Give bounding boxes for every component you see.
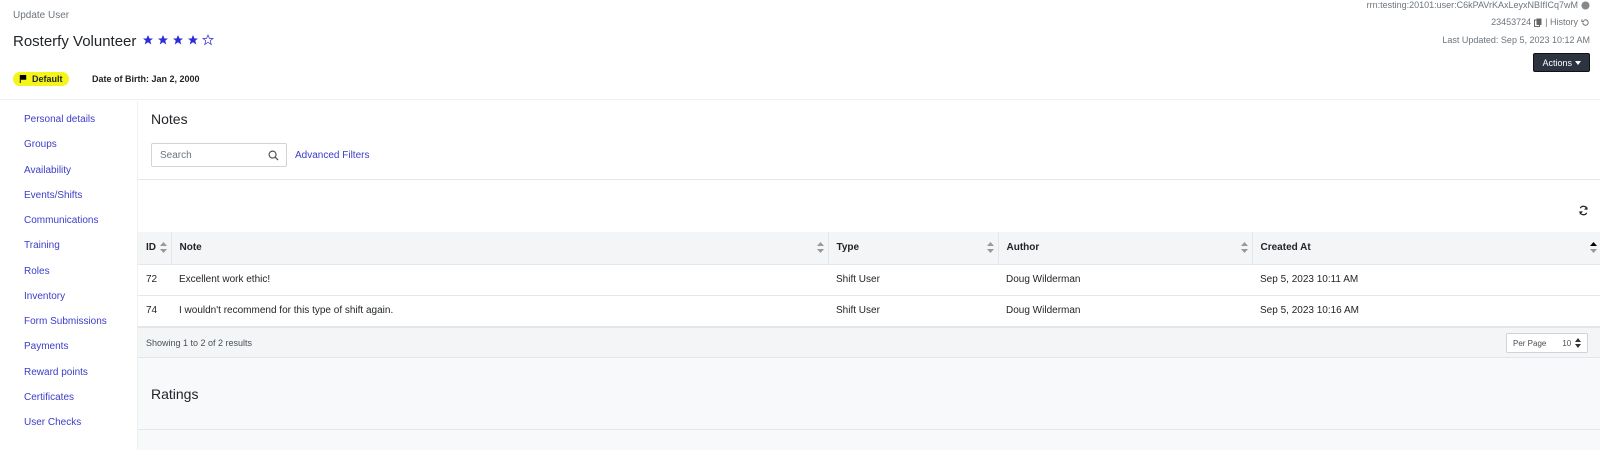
search-box[interactable] — [151, 143, 287, 167]
caret-down-icon — [1575, 60, 1581, 65]
table-row[interactable]: 74 I wouldn't recommend for this type of… — [138, 295, 1600, 326]
sort-icon[interactable] — [1240, 242, 1248, 253]
column-header-label: Note — [179, 242, 202, 254]
sidebar-item-groups[interactable]: Groups — [24, 139, 57, 150]
table-footer: Showing 1 to 2 of 2 results Per Page 10 — [138, 327, 1600, 358]
column-header-label: Type — [836, 242, 860, 254]
table-row[interactable]: 72 Excellent work ethic! Shift User Doug… — [138, 264, 1600, 295]
column-header-author[interactable]: Author — [998, 232, 1253, 265]
star-filled-icon[interactable] — [157, 34, 169, 46]
advanced-filters-link[interactable]: Advanced Filters — [295, 150, 369, 161]
per-page-select[interactable]: Per Page 10 — [1506, 333, 1588, 353]
refresh-icon[interactable] — [1578, 205, 1589, 216]
rating-stars[interactable] — [142, 34, 214, 46]
column-header-label: Created At — [1260, 242, 1311, 254]
sidebar-item-roles[interactable]: Roles — [24, 266, 50, 277]
status-badge-label: Default — [32, 74, 63, 84]
sidebar-item-reward-points[interactable]: Reward points — [24, 367, 88, 378]
star-empty-icon[interactable] — [202, 34, 214, 46]
ratings-title: Ratings — [151, 386, 199, 402]
notes-panel: Notes Advanced Filters ID Note Type Auth… — [138, 101, 1600, 358]
actions-button[interactable]: Actions — [1533, 53, 1590, 72]
sidebar-item-personal-details[interactable]: Personal details — [24, 114, 95, 125]
sidebar-item-inventory[interactable]: Inventory — [24, 291, 65, 302]
copy-icon[interactable] — [1534, 18, 1542, 27]
cell-created-at: Sep 5, 2023 10:11 AM — [1260, 274, 1359, 285]
cell-note: Excellent work ethic! — [179, 274, 271, 285]
user-id-line: 23453724 | History — [1491, 17, 1590, 27]
user-name: Rosterfy Volunteer — [13, 33, 137, 50]
column-header-label: Author — [1006, 242, 1040, 254]
sort-icon[interactable] — [159, 242, 167, 253]
column-header-id[interactable]: ID — [138, 232, 172, 265]
globe-icon[interactable] — [1581, 0, 1590, 10]
cell-type: Shift User — [836, 305, 880, 316]
star-filled-icon[interactable] — [187, 34, 199, 46]
sidebar-nav: Personal details Groups Availability Eve… — [0, 101, 137, 450]
per-page-label: Per Page — [1513, 338, 1547, 348]
chevron-updown-icon — [1575, 338, 1581, 348]
sidebar-item-form-submissions[interactable]: Form Submissions — [24, 316, 107, 327]
cell-author: Doug Wilderman — [1006, 274, 1081, 285]
sidebar-item-training[interactable]: Training — [24, 240, 60, 251]
sort-icon[interactable] — [986, 242, 994, 253]
last-updated: Last Updated: Sep 5, 2023 10:12 AM — [1442, 35, 1590, 45]
sidebar-item-user-checks[interactable]: User Checks — [24, 417, 81, 428]
history-link[interactable]: | History — [1545, 17, 1578, 27]
column-header-type[interactable]: Type — [828, 232, 999, 265]
status-badge: Default — [13, 72, 69, 86]
sidebar-item-payments[interactable]: Payments — [24, 341, 68, 352]
sidebar-item-communications[interactable]: Communications — [24, 215, 98, 226]
sidebar-item-certificates[interactable]: Certificates — [24, 392, 74, 403]
sidebar-item-availability[interactable]: Availability — [24, 165, 71, 176]
page-header: Update User Rosterfy Volunteer Default D… — [0, 0, 1600, 100]
column-header-label: ID — [146, 242, 156, 254]
cell-created-at: Sep 5, 2023 10:16 AM — [1260, 305, 1359, 316]
star-filled-icon[interactable] — [172, 34, 184, 46]
sidebar-item-events-shifts[interactable]: Events/Shifts — [24, 190, 82, 201]
search-input[interactable] — [160, 144, 268, 166]
cell-note: I wouldn't recommend for this type of sh… — [179, 305, 394, 316]
search-icon[interactable] — [268, 150, 279, 161]
notes-title: Notes — [151, 111, 188, 127]
divider — [138, 179, 1600, 180]
results-summary: Showing 1 to 2 of 2 results — [146, 338, 253, 348]
date-of-birth: Date of Birth: Jan 2, 2000 — [92, 74, 200, 84]
user-id: 23453724 — [1491, 17, 1532, 27]
cell-type: Shift User — [836, 274, 880, 285]
column-header-note[interactable]: Note — [171, 232, 829, 265]
sort-icon[interactable] — [816, 242, 824, 253]
star-filled-icon[interactable] — [142, 34, 154, 46]
cell-id: 74 — [146, 305, 158, 316]
actions-label: Actions — [1542, 57, 1572, 68]
sort-icon[interactable] — [1590, 242, 1597, 253]
history-icon[interactable] — [1581, 18, 1590, 27]
page-subtitle: Update User — [13, 10, 70, 21]
user-rrn-text: rrn:testing:20101:user:C6kPAVrKAxLeyxNBI… — [1366, 0, 1578, 10]
cell-author: Doug Wilderman — [1006, 305, 1081, 316]
table-header-row: ID Note Type Author Created At — [138, 232, 1600, 265]
divider — [138, 429, 1600, 430]
column-header-created-at[interactable]: Created At — [1252, 232, 1600, 265]
per-page-value: 10 — [1562, 338, 1572, 348]
main-content: Notes Advanced Filters ID Note Type Auth… — [137, 101, 1600, 450]
flag-icon — [19, 75, 27, 83]
cell-id: 72 — [146, 274, 158, 285]
user-rrn: rrn:testing:20101:user:C6kPAVrKAxLeyxNBI… — [1367, 0, 1590, 10]
notes-table: ID Note Type Author Created At 72 Excell… — [138, 232, 1600, 327]
